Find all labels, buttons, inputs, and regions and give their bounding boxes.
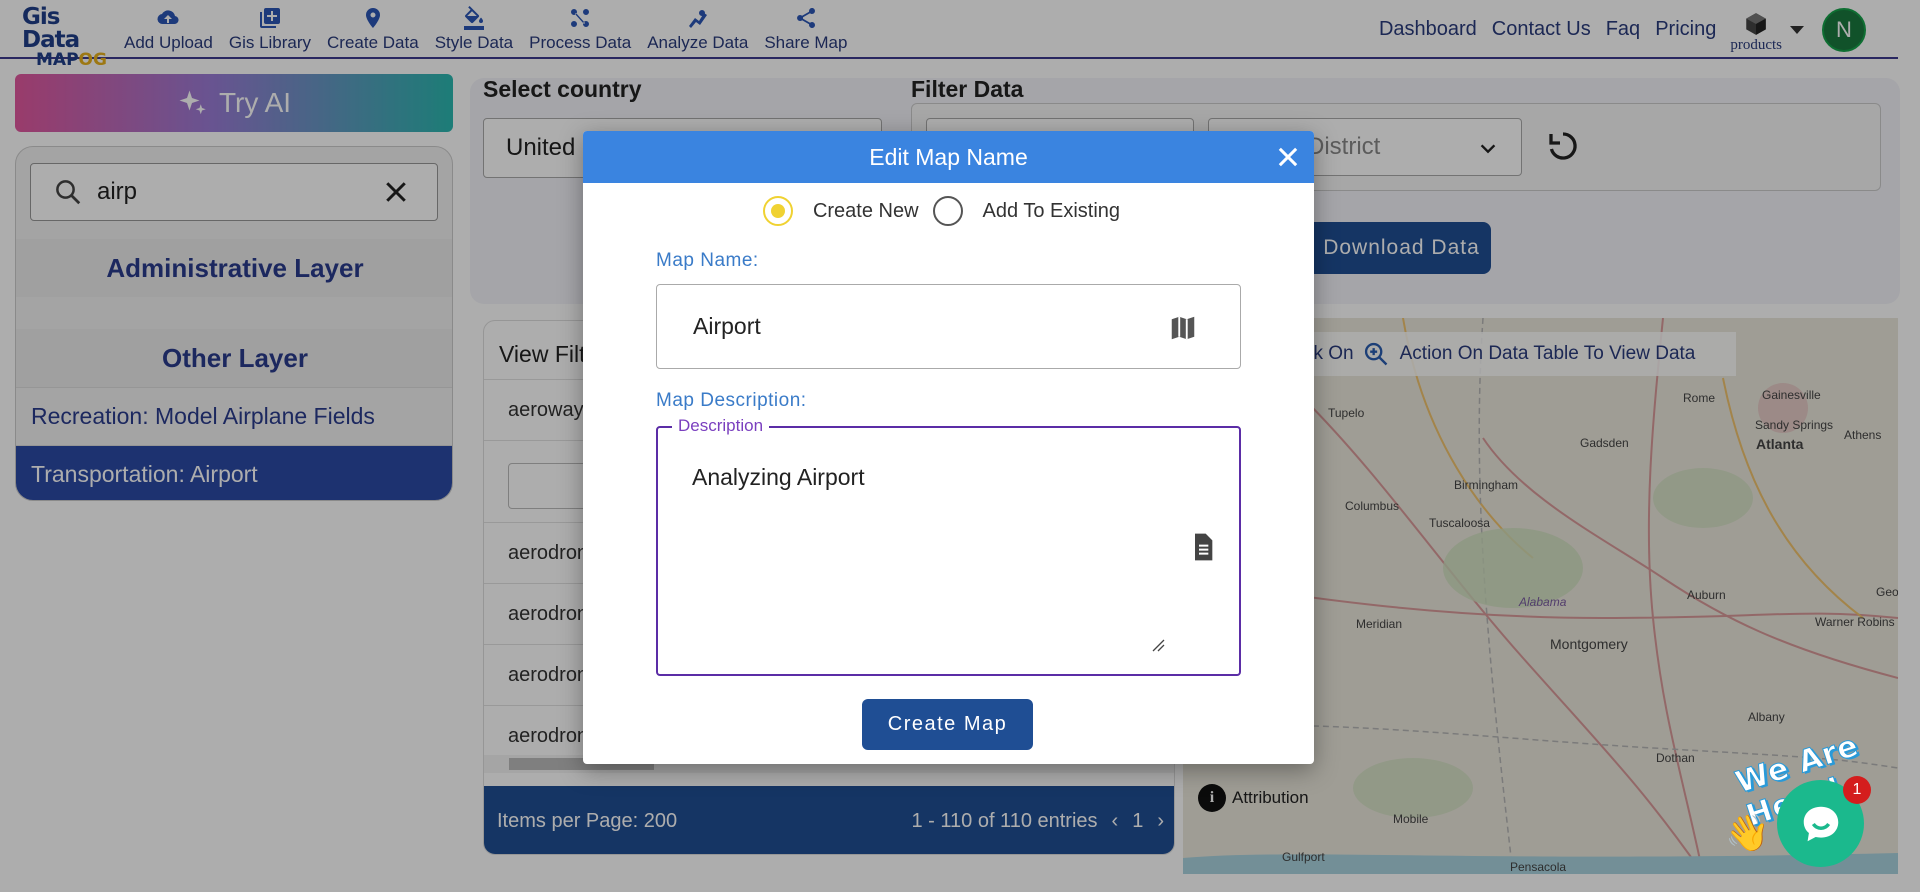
description-legend: Description xyxy=(672,416,770,436)
chat-bubble-icon xyxy=(1803,806,1838,841)
close-icon[interactable] xyxy=(1274,143,1302,171)
chat-unread-badge: 1 xyxy=(1843,776,1871,804)
create-new-radio[interactable] xyxy=(762,196,793,226)
chat-widget[interactable]: We Are Here! 👋 1 xyxy=(1725,724,1905,874)
mode-radio-group: Create New Add To Existing xyxy=(583,196,1314,226)
waving-hand-icon: 👋 xyxy=(1725,812,1770,853)
dialog-title: Edit Map Name xyxy=(869,143,1028,170)
add-to-existing-label[interactable]: Add To Existing xyxy=(983,200,1121,223)
edit-map-name-dialog: Edit Map Name Create New Add To Existing… xyxy=(583,131,1314,764)
dialog-header: Edit Map Name xyxy=(583,131,1314,183)
resize-handle-icon[interactable] xyxy=(1151,638,1165,652)
add-to-existing-radio[interactable] xyxy=(932,196,963,226)
map-name-value: Airport xyxy=(693,313,761,339)
map-name-label: Map Name: xyxy=(656,250,759,271)
description-value: Analyzing Airport xyxy=(692,464,865,490)
map-description-textarea[interactable]: Description Analyzing Airport xyxy=(656,416,1241,676)
map-description-label: Map Description: xyxy=(656,390,807,411)
document-icon xyxy=(1195,533,1213,561)
map-name-input[interactable]: Airport xyxy=(656,284,1241,369)
create-map-button[interactable]: Create Map xyxy=(862,699,1033,750)
create-new-label[interactable]: Create New xyxy=(813,200,919,223)
map-icon xyxy=(1171,316,1195,340)
